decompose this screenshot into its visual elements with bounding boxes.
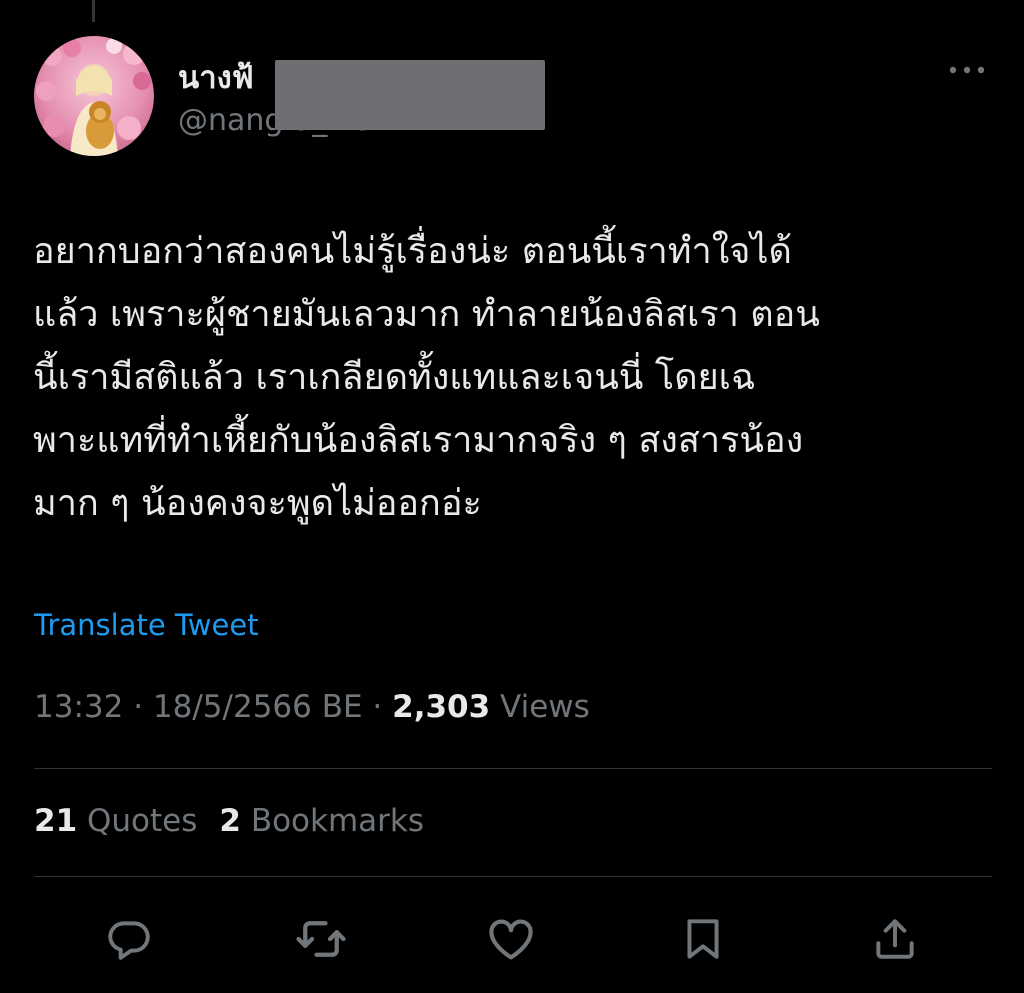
- redaction-box: [275, 60, 545, 130]
- tweet-line: มาก ๆ น้องคงจะพูดไม่ออกอ่ะ: [33, 483, 482, 524]
- share-icon: [876, 919, 914, 959]
- bookmarks-label: Bookmarks: [240, 803, 425, 839]
- tweet-text: อยากบอกว่าสองคนไม่รู้เรื่องน่ะ ตอนนี้เรา…: [33, 220, 993, 535]
- tweet-line: พาะแทที่ทำเหี้ยกับน้องลิสเรามากจริง ๆ สง…: [33, 420, 804, 461]
- quotes-count: 21: [34, 803, 78, 839]
- avatar[interactable]: [34, 36, 154, 156]
- bookmark-button[interactable]: [676, 912, 730, 966]
- bookmark-icon: [687, 919, 719, 959]
- reply-icon: [108, 921, 150, 960]
- tweet-line: นี้เรามีสติแล้ว เราเกลียดทั้งแทและเจนนี่…: [33, 357, 756, 398]
- retweet-icon: [296, 921, 346, 957]
- quotes-stat[interactable]: 21 Quotes: [34, 803, 197, 839]
- like-button[interactable]: [484, 912, 538, 966]
- views-count: 2,303: [392, 689, 491, 725]
- thread-connector-line: [92, 0, 95, 22]
- meta-separator: ·: [123, 689, 153, 725]
- divider: [34, 876, 992, 877]
- display-name[interactable]: นางฟ้: [178, 52, 254, 102]
- reply-button[interactable]: [102, 912, 156, 966]
- tweet-time[interactable]: 13:32: [34, 689, 123, 725]
- tweet-meta: 13:32 · 18/5/2566 BE · 2,303 Views: [34, 689, 590, 725]
- bookmarks-stat[interactable]: 2 Bookmarks: [219, 803, 424, 839]
- tweet-line: อยากบอกว่าสองคนไม่รู้เรื่องน่ะ ตอนนี้เรา…: [33, 231, 792, 272]
- tweet-stats: 21 Quotes 2 Bookmarks: [34, 803, 446, 839]
- tweet-date[interactable]: 18/5/2566 BE: [153, 689, 363, 725]
- translate-tweet-link[interactable]: Translate Tweet: [34, 608, 259, 642]
- tweet-line: แล้ว เพราะผู้ชายมันเลวมาก ทำลายน้องลิสเร…: [33, 294, 820, 335]
- bookmarks-count: 2: [219, 803, 241, 839]
- retweet-button[interactable]: [294, 912, 348, 966]
- meta-separator: ·: [362, 689, 393, 725]
- more-icon[interactable]: [945, 56, 989, 84]
- quotes-label: Quotes: [77, 803, 198, 839]
- heart-icon: [489, 919, 533, 960]
- share-button[interactable]: [868, 912, 922, 966]
- divider: [34, 768, 992, 769]
- views-label: Views: [490, 689, 590, 725]
